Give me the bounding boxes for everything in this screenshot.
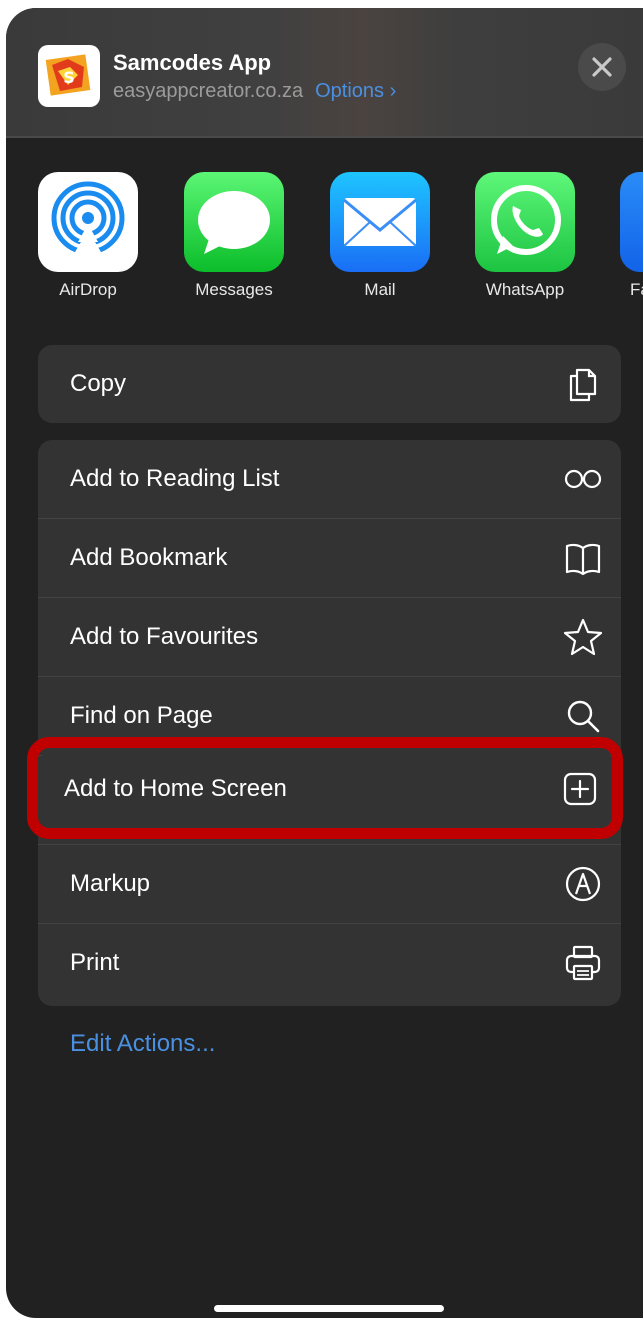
star-icon	[563, 618, 603, 656]
share-header	[6, 8, 643, 138]
close-button[interactable]	[578, 43, 626, 91]
action-add-bookmark[interactable]: Add Bookmark	[38, 519, 621, 598]
action-label: Add to Reading List	[70, 465, 280, 492]
share-app-facebook[interactable]: Fa	[620, 172, 643, 300]
facebook-icon	[620, 172, 643, 272]
action-print[interactable]: Print	[38, 924, 621, 1002]
glasses-icon	[564, 469, 602, 489]
action-label: Find on Page	[70, 702, 213, 729]
app-logo-icon: S	[38, 45, 100, 107]
printer-icon	[565, 945, 601, 981]
action-add-to-favourites[interactable]: Add to Favourites	[38, 598, 621, 677]
action-label: Add to Home Screen	[64, 775, 287, 802]
action-copy[interactable]: Copy	[38, 345, 621, 423]
plus-square-icon	[563, 772, 597, 806]
whatsapp-icon	[475, 172, 575, 272]
action-label: Copy	[70, 370, 127, 397]
share-app-label: WhatsApp	[485, 280, 565, 299]
action-add-to-reading-list[interactable]: Add to Reading List	[38, 440, 621, 519]
share-app-messages[interactable]: Messages	[184, 172, 284, 300]
app-domain-line: easyappcreator.co.za Options ›	[113, 80, 396, 103]
messages-icon	[184, 172, 284, 272]
copy-icon	[569, 368, 597, 402]
action-label: Print	[70, 949, 120, 976]
share-app-mail[interactable]: Mail	[330, 172, 430, 300]
search-icon	[567, 700, 600, 733]
app-domain: easyappcreator.co.za	[113, 80, 304, 102]
svg-text:S: S	[63, 68, 75, 87]
action-add-to-home-screen[interactable]: Add to Home Screen	[42, 755, 610, 823]
share-app-whatsapp[interactable]: WhatsApp	[475, 172, 575, 300]
header-divider	[6, 136, 643, 138]
home-indicator	[214, 1305, 444, 1312]
share-app-label: AirDrop	[59, 280, 117, 299]
app-title: Samcodes App	[113, 50, 272, 75]
action-markup[interactable]: Markup	[38, 845, 621, 924]
close-icon	[592, 57, 612, 77]
edit-actions-link[interactable]: Edit Actions...	[70, 1030, 215, 1058]
action-label: Markup	[70, 870, 151, 897]
share-app-label: Messages	[195, 280, 273, 299]
share-app-label: Fa	[630, 280, 643, 299]
share-sheet: S Samcodes App easyappcreator.co.za Optio…	[6, 8, 643, 1318]
action-find-on-page[interactable]: Find on Page	[38, 677, 621, 756]
airdrop-icon	[38, 172, 138, 272]
share-app-label: Mail	[364, 280, 396, 299]
mail-icon	[330, 172, 430, 272]
markup-icon	[565, 866, 601, 902]
book-icon	[565, 543, 601, 576]
action-label: Add to Favourites	[70, 623, 259, 650]
options-link[interactable]: Options ›	[315, 80, 396, 102]
copy-group: Copy	[38, 345, 621, 423]
share-app-airdrop[interactable]: AirDrop	[38, 172, 138, 300]
action-label: Add Bookmark	[70, 544, 228, 571]
actions-group: Add to Reading List Add Bookmark Add to …	[38, 440, 621, 1006]
